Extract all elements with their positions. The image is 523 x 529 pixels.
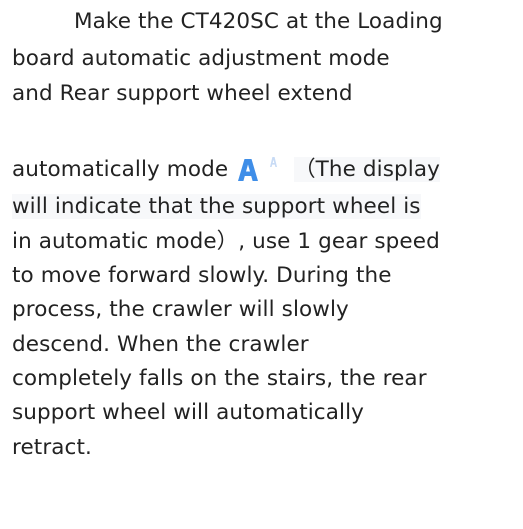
paragraph-line: in automatic mode）, use 1 gear speed xyxy=(12,229,440,254)
paragraph-line: will indicate that the support wheel is xyxy=(12,192,421,222)
paragraph-line: completely falls on the stairs, the rear xyxy=(12,366,427,391)
paragraph-line: process, the crawler will slowly xyxy=(12,297,349,322)
paragraph-line-with-icon: automatically mode （The display xyxy=(12,155,440,185)
paragraph-text: will indicate that the support wheel is xyxy=(12,194,421,219)
paragraph-line: and Rear support wheel extend xyxy=(12,81,353,106)
paragraph-line: descend. When the crawler xyxy=(12,332,309,357)
paragraph-line: Make the CT420SC at the Loading xyxy=(74,9,443,34)
paragraph-text: automatically mode xyxy=(12,157,229,182)
paragraph-line: board automatic adjustment mode xyxy=(12,46,390,71)
paragraph-line: support wheel will automatically xyxy=(12,400,364,425)
paragraph-line: to move forward slowly. During the xyxy=(12,263,392,288)
auto-mode-a-icon xyxy=(235,155,287,185)
paragraph-text: （The display xyxy=(294,157,440,182)
paragraph-line: retract. xyxy=(12,435,92,460)
